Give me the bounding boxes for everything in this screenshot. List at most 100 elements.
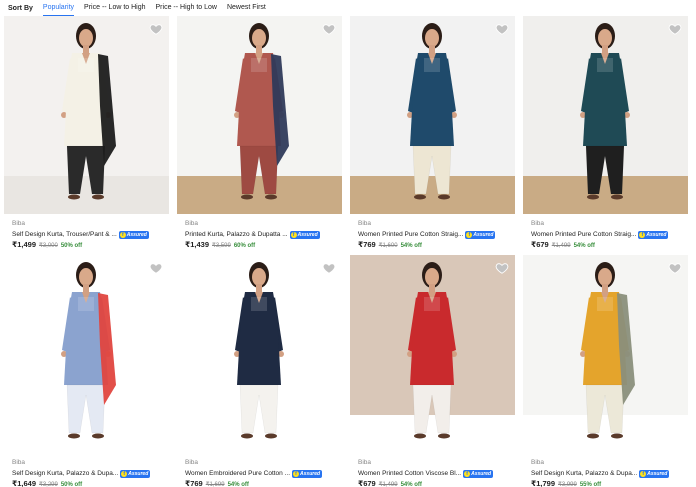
product-discount: 54% off [573,243,595,249]
sort-option-popularity[interactable]: Popularity [42,0,75,16]
product-title[interactable]: Self Design Kurta, Trouser/Pant & ... [12,231,117,238]
product-mrp: ₹1,699 [205,482,225,487]
product-info: Biba Self Design Kurta, Trouser/Pant & .… [12,219,172,251]
product-brand: Biba [185,459,199,466]
product-brand: Biba [358,459,372,466]
product-info: Biba Women Embroidered Pure Cotton ... f… [185,458,345,487]
product-title[interactable]: Printed Kurta, Palazzo & Dupatta ... [185,231,288,238]
wishlist-heart-icon[interactable] [149,22,163,36]
product-info: Biba Self Design Kurta, Palazzo & Dupa..… [531,458,691,487]
assured-badge: f Assured [120,469,151,478]
product-brand: Biba [185,220,199,227]
product-discount: 54% off [227,482,249,487]
assured-label: Assured [471,470,492,477]
product-price: ₹679 [531,240,549,249]
assured-badge: f Assured [118,230,149,239]
product-title[interactable]: Women Printed Pure Cotton Straig... [531,231,636,238]
product-title[interactable]: Women Printed Pure Cotton Straig... [358,231,463,238]
product-brand: Biba [531,459,545,466]
assured-f-icon: f [293,470,300,477]
product-card[interactable]: Biba Women Printed Pure Cotton Straig...… [346,16,519,251]
assured-label: Assured [297,231,318,238]
assured-label: Assured [646,231,667,238]
sort-by-label: Sort By [8,4,33,12]
product-mrp: ₹1,499 [551,243,571,249]
product-image[interactable] [177,255,342,453]
product-discount: 55% off [579,482,602,487]
assured-badge: f Assured [639,469,670,478]
wishlist-heart-icon[interactable] [495,22,509,36]
wishlist-heart-icon[interactable] [495,261,509,275]
product-discount: 54% off [400,482,422,487]
assured-f-icon: f [121,470,128,477]
assured-badge: f Assured [463,469,494,478]
sort-option-price-low-high[interactable]: Price -- Low to High [84,0,145,16]
product-image[interactable] [4,16,169,214]
product-discount: 60% off [233,243,256,249]
wishlist-heart-icon[interactable] [149,261,163,275]
assured-badge: f Assured [292,469,323,478]
product-title[interactable]: Women Embroidered Pure Cotton ... [185,470,290,477]
product-listing-page: Sort By Popularity Price -- Low to High … [0,0,696,487]
assured-f-icon: f [639,231,646,238]
sort-bar: Sort By Popularity Price -- Low to High … [0,0,696,16]
product-price: ₹1,799 [531,479,555,487]
product-info: Biba Printed Kurta, Palazzo & Dupatta ..… [185,219,345,251]
product-image[interactable] [350,16,515,214]
product-mrp: ₹3,599 [212,243,231,249]
assured-label: Assured [647,470,668,477]
product-image[interactable] [4,255,169,453]
product-info: Biba Women Printed Pure Cotton Straig...… [531,219,691,251]
wishlist-heart-icon[interactable] [668,22,682,36]
product-mrp: ₹1,499 [378,482,398,487]
product-price: ₹769 [185,479,203,487]
product-mrp: ₹3,299 [39,482,58,487]
product-price: ₹1,649 [12,479,36,487]
product-price: ₹679 [358,479,376,487]
sort-option-newest[interactable]: Newest First [227,0,266,16]
assured-label: Assured [300,470,321,477]
assured-f-icon: f [466,231,473,238]
product-title[interactable]: Self Design Kurta, Palazzo & Dupa... [531,470,637,477]
product-brand: Biba [12,459,26,466]
product-title[interactable]: Women Printed Cotton Viscose Bl... [358,470,461,477]
product-card[interactable]: Biba Women Printed Pure Cotton Straig...… [519,16,692,251]
product-mrp: ₹3,999 [558,482,577,487]
product-card[interactable]: Biba Self Design Kurta, Palazzo & Dupa..… [0,255,173,487]
product-brand: Biba [358,220,372,227]
product-discount: 50% off [60,482,83,487]
product-price: ₹769 [358,240,376,249]
product-mrp: ₹3,000 [39,243,58,249]
product-image[interactable] [523,255,688,453]
product-card[interactable]: Biba Self Design Kurta, Palazzo & Dupa..… [519,255,692,487]
assured-f-icon: f [640,470,647,477]
assured-badge: f Assured [638,230,669,239]
assured-f-icon: f [464,470,471,477]
assured-label: Assured [128,470,149,477]
assured-f-icon: f [290,231,297,238]
product-image[interactable] [177,16,342,214]
product-price: ₹1,439 [185,240,209,249]
product-card[interactable]: Biba Printed Kurta, Palazzo & Dupatta ..… [173,16,346,251]
assured-label: Assured [126,231,147,238]
product-info: Biba Self Design Kurta, Palazzo & Dupa..… [12,458,172,487]
product-title[interactable]: Self Design Kurta, Palazzo & Dupa... [12,470,118,477]
product-card[interactable]: Biba Self Design Kurta, Trouser/Pant & .… [0,16,173,251]
wishlist-heart-icon[interactable] [668,261,682,275]
wishlist-heart-icon[interactable] [322,22,336,36]
product-mrp: ₹1,600 [378,243,398,249]
product-image[interactable] [523,16,688,214]
product-price: ₹1,499 [12,240,36,249]
assured-f-icon: f [119,231,126,238]
product-brand: Biba [531,220,545,227]
product-discount: 50% off [60,243,83,249]
product-image[interactable] [350,255,515,453]
sort-option-price-high-low[interactable]: Price -- High to Low [156,0,217,16]
product-info: Biba Women Printed Pure Cotton Straig...… [358,219,518,251]
product-discount: 54% off [400,243,422,249]
wishlist-heart-icon[interactable] [322,261,336,275]
assured-label: Assured [473,231,494,238]
product-card[interactable]: Biba Women Printed Cotton Viscose Bl... … [346,255,519,487]
product-brand: Biba [12,220,26,227]
product-card[interactable]: Biba Women Embroidered Pure Cotton ... f… [173,255,346,487]
